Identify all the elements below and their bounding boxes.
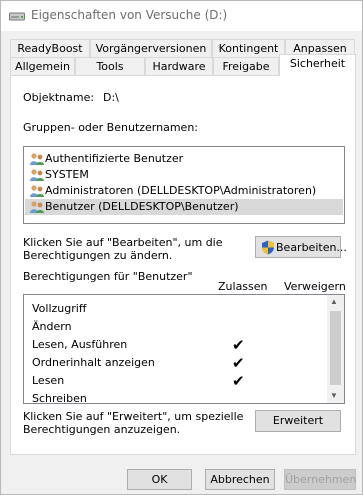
list-item[interactable]: Authentifizierte Benutzer: [25, 151, 343, 167]
title-bar: Eigenschaften von Versuche (D:): [1, 1, 362, 31]
tab-hardware[interactable]: Hardware: [145, 57, 213, 75]
permission-row: Lesen, Ausführen ✔: [32, 337, 245, 354]
tab-vorgaengerversionen[interactable]: Vorgängerversionen: [90, 39, 212, 57]
allow-check-icon: ✔: [232, 337, 245, 354]
allow-check-icon: ✔: [232, 355, 245, 372]
users-group-icon: [30, 201, 44, 213]
drive-icon: [9, 12, 25, 21]
groups-label: Gruppen- oder Benutzernamen:: [23, 121, 199, 134]
tab-freigabe[interactable]: Freigabe: [213, 57, 279, 75]
scroll-up-icon[interactable]: ▲: [330, 297, 338, 306]
apply-button[interactable]: Übernehmen: [284, 469, 356, 490]
properties-dialog: Eigenschaften von Versuche (D:) ReadyBoo…: [0, 0, 363, 495]
scroll-down-icon[interactable]: ▼: [330, 391, 338, 400]
tab-allgemein[interactable]: Allgemein: [10, 57, 75, 75]
list-item[interactable]: SYSTEM: [25, 167, 343, 183]
users-group-icon: [30, 169, 44, 181]
permission-row: Ändern: [32, 320, 72, 333]
advanced-hint-line1: Klicken Sie auf "Erweitert", um speziell…: [23, 410, 244, 423]
object-name-value: D:\: [103, 91, 119, 104]
permissions-scrollbar[interactable]: ▲ ▼: [327, 295, 344, 403]
edit-button[interactable]: Bearbeiten...: [255, 236, 347, 258]
permission-row: Vollzugriff: [32, 302, 87, 315]
deny-column-header: Verweigern: [284, 280, 346, 293]
scroll-thumb[interactable]: [330, 311, 341, 385]
edit-hint-line1: Klicken Sie auf "Bearbeiten", um die: [23, 236, 223, 249]
tab-sicherheit[interactable]: Sicherheit: [279, 54, 356, 76]
permission-row: Lesen ✔: [32, 373, 245, 390]
permission-row: Ordnerinhalt anzeigen ✔: [32, 355, 245, 372]
tab-tools[interactable]: Tools: [75, 57, 145, 75]
allow-column-header: Zulassen: [218, 280, 268, 293]
edit-button-label: Bearbeiten...: [276, 241, 347, 254]
ok-button[interactable]: OK: [127, 469, 192, 490]
permissions-list: Vollzugriff Ändern Lesen, Ausführen ✔ Or…: [23, 294, 345, 404]
window-title: Eigenschaften von Versuche (D:): [31, 8, 228, 22]
advanced-hint-line2: Berechtigungen anzuzeigen.: [23, 423, 181, 436]
users-group-icon: [30, 185, 44, 197]
tab-readyboost[interactable]: ReadyBoost: [10, 39, 90, 57]
permission-row: Schreiben: [32, 392, 87, 404]
list-item[interactable]: Administratoren (DELLDESKTOP\Administrat…: [25, 183, 343, 199]
permissions-title: Berechtigungen für "Benutzer": [23, 270, 193, 283]
advanced-button[interactable]: Erweitert: [255, 410, 341, 432]
cancel-button[interactable]: Abbrechen: [205, 469, 275, 490]
object-name-label: Objektname:: [23, 91, 95, 104]
edit-hint-line2: Berechtigungen zu ändern.: [23, 249, 173, 262]
uac-shield-icon: [262, 240, 274, 255]
groups-list[interactable]: Authentifizierte Benutzer SYSTEM Adminis…: [23, 146, 345, 224]
users-group-icon: [30, 153, 44, 165]
list-item[interactable]: Benutzer (DELLDESKTOP\Benutzer): [25, 199, 343, 215]
tab-kontingent[interactable]: Kontingent: [212, 39, 285, 57]
allow-check-icon: ✔: [232, 373, 245, 390]
security-panel: Objektname: D:\ Gruppen- oder Benutzerna…: [10, 75, 356, 455]
